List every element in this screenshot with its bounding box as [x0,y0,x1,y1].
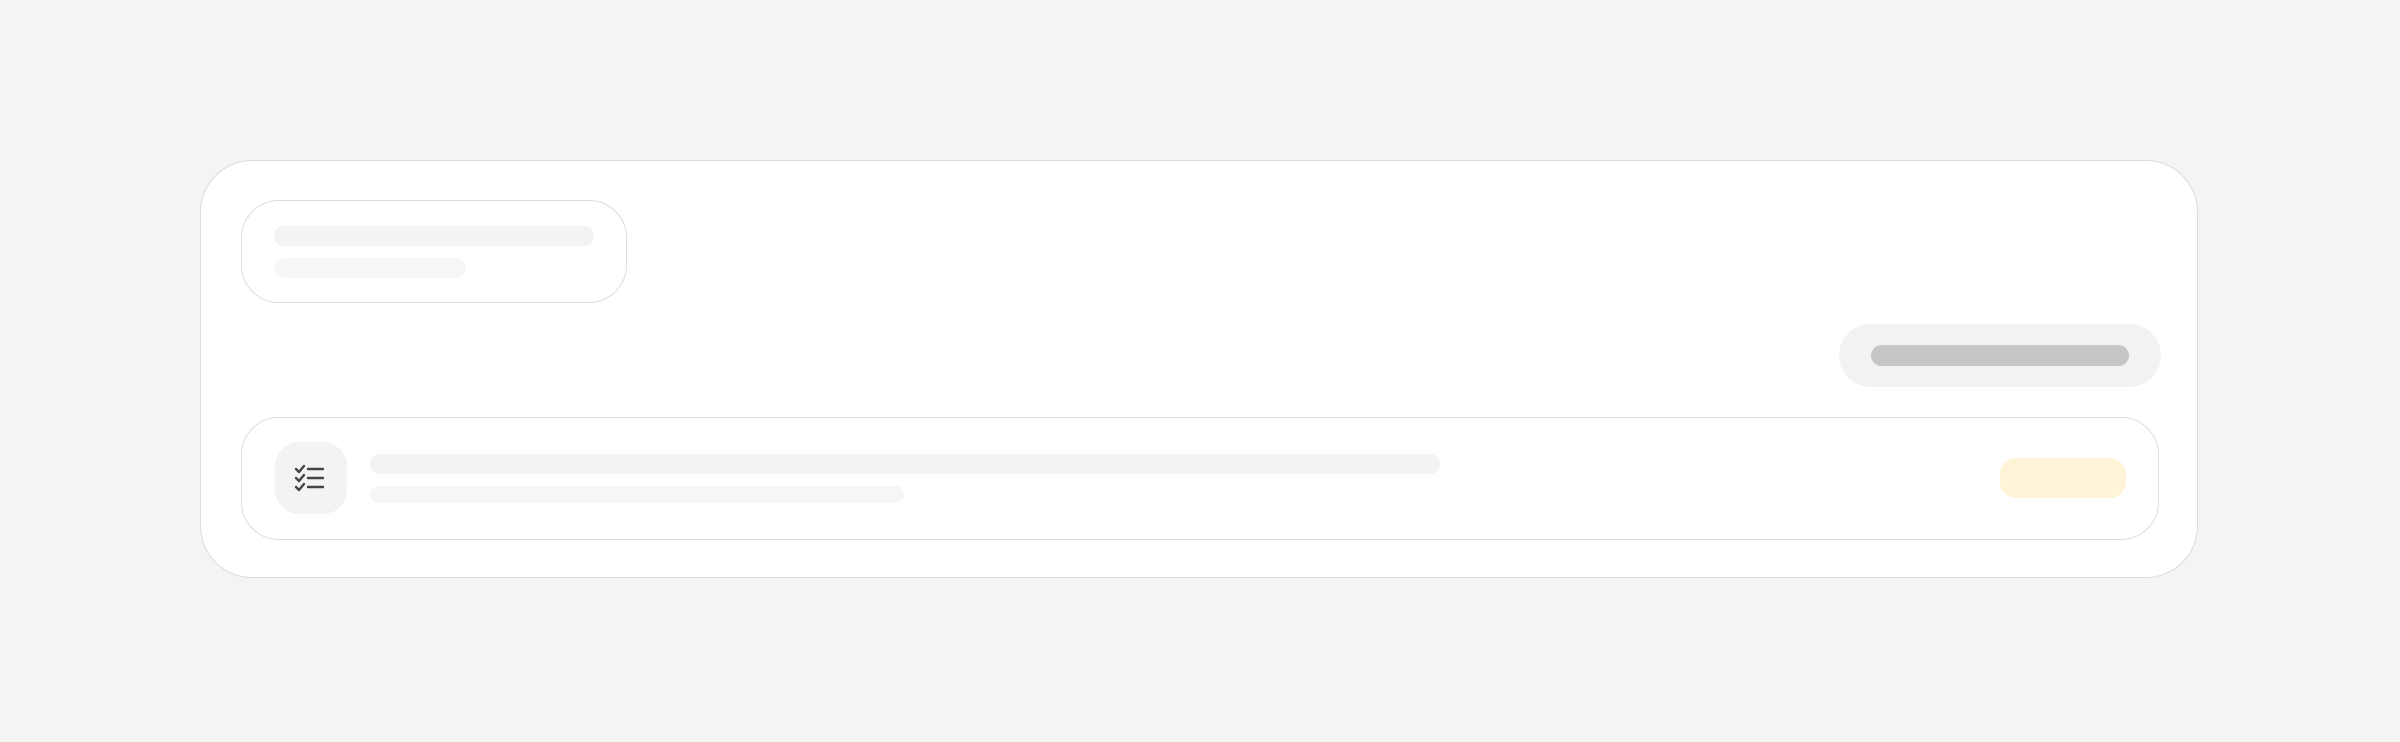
action-button-label-placeholder [1871,345,2129,366]
main-card [200,160,2198,578]
page-title-placeholder [274,226,594,246]
task-list-item[interactable] [241,417,2159,540]
action-button[interactable] [1839,324,2161,387]
task-icon-tile [275,442,347,514]
task-description-placeholder [370,486,904,503]
checklist-icon [294,464,325,492]
task-title-placeholder [370,454,1440,474]
status-badge [2000,458,2126,498]
header-block [241,200,627,303]
page-subtitle-placeholder [274,258,466,278]
